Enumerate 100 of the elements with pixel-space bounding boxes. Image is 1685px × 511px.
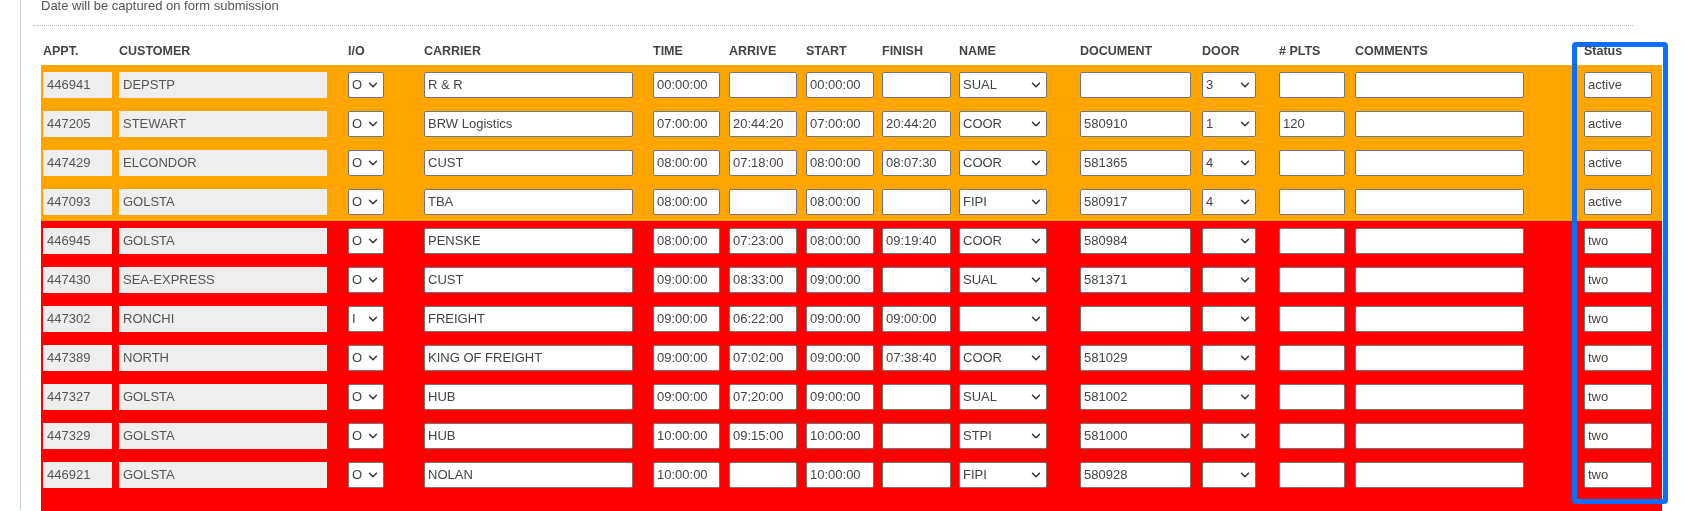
input-field[interactable] — [1279, 422, 1345, 449]
input-field[interactable]: 07:23:00 — [729, 227, 797, 254]
dropdown[interactable]: SUAL — [959, 266, 1047, 293]
input-field[interactable]: 580910 — [1080, 110, 1191, 137]
readonly-field[interactable]: 447429 — [43, 149, 112, 176]
dropdown[interactable]: O — [348, 71, 384, 98]
input-field[interactable] — [1355, 188, 1524, 215]
input-field[interactable]: TBA — [424, 188, 633, 215]
dropdown[interactable]: FIPI — [959, 188, 1047, 215]
input-field[interactable]: 20:44:20 — [729, 110, 797, 137]
input-field[interactable]: 07:38:40 — [882, 344, 951, 371]
dropdown[interactable] — [1202, 422, 1256, 449]
input-field[interactable]: 580917 — [1080, 188, 1191, 215]
input-field[interactable]: KING OF FREIGHT — [424, 344, 633, 371]
input-field[interactable]: CUST — [424, 149, 633, 176]
input-field[interactable]: 09:00:00 — [653, 266, 720, 293]
input-field[interactable]: 09:00:00 — [882, 305, 951, 332]
input-field[interactable]: 09:00:00 — [653, 344, 720, 371]
readonly-field[interactable]: ELCONDOR — [119, 149, 327, 176]
input-field[interactable]: 09:00:00 — [806, 344, 874, 371]
input-field[interactable]: 08:07:30 — [882, 149, 951, 176]
dropdown[interactable]: COOR — [959, 110, 1047, 137]
input-field[interactable] — [1355, 149, 1524, 176]
input-field[interactable]: 120 — [1279, 110, 1345, 137]
dropdown[interactable]: O — [348, 344, 384, 371]
input-field[interactable]: CUST — [424, 266, 633, 293]
input-field[interactable]: 10:00:00 — [653, 422, 720, 449]
input-field[interactable] — [1279, 344, 1345, 371]
status-field[interactable]: two — [1584, 344, 1652, 371]
readonly-field[interactable]: GOLSTA — [119, 461, 327, 488]
status-field[interactable]: two — [1584, 227, 1652, 254]
input-field[interactable]: PENSKE — [424, 227, 633, 254]
input-field[interactable]: HUB — [424, 422, 633, 449]
input-field[interactable] — [882, 71, 951, 98]
readonly-field[interactable]: 446921 — [43, 461, 112, 488]
readonly-field[interactable]: GOLSTA — [119, 227, 327, 254]
input-field[interactable]: 581371 — [1080, 266, 1191, 293]
dropdown[interactable] — [1202, 266, 1256, 293]
input-field[interactable] — [1279, 149, 1345, 176]
readonly-field[interactable]: RONCHI — [119, 305, 327, 332]
input-field[interactable]: 08:00:00 — [806, 227, 874, 254]
input-field[interactable]: 09:00:00 — [653, 383, 720, 410]
input-field[interactable] — [1279, 227, 1345, 254]
status-field[interactable]: two — [1584, 383, 1652, 410]
input-field[interactable] — [1279, 188, 1345, 215]
input-field[interactable] — [1080, 71, 1191, 98]
input-field[interactable]: 581002 — [1080, 383, 1191, 410]
dropdown[interactable] — [1202, 227, 1256, 254]
input-field[interactable]: 09:00:00 — [653, 305, 720, 332]
dropdown[interactable]: COOR — [959, 149, 1047, 176]
input-field[interactable]: R & R — [424, 71, 633, 98]
dropdown[interactable]: O — [348, 422, 384, 449]
readonly-field[interactable]: 447389 — [43, 344, 112, 371]
dropdown[interactable]: 4 — [1202, 188, 1256, 215]
input-field[interactable]: 07:02:00 — [729, 344, 797, 371]
readonly-field[interactable]: 447302 — [43, 305, 112, 332]
input-field[interactable] — [882, 188, 951, 215]
input-field[interactable] — [1279, 71, 1345, 98]
readonly-field[interactable]: 447430 — [43, 266, 112, 293]
input-field[interactable]: 07:00:00 — [806, 110, 874, 137]
input-field[interactable]: 581000 — [1080, 422, 1191, 449]
input-field[interactable] — [1355, 266, 1524, 293]
input-field[interactable] — [729, 71, 797, 98]
input-field[interactable] — [1355, 422, 1524, 449]
status-field[interactable]: active — [1584, 188, 1652, 215]
input-field[interactable] — [1355, 110, 1524, 137]
readonly-field[interactable]: 447329 — [43, 422, 112, 449]
input-field[interactable]: 581029 — [1080, 344, 1191, 371]
input-field[interactable]: HUB — [424, 383, 633, 410]
status-field[interactable]: two — [1584, 461, 1652, 488]
input-field[interactable] — [882, 383, 951, 410]
input-field[interactable] — [729, 188, 797, 215]
readonly-field[interactable]: DEPSTP — [119, 71, 327, 98]
readonly-field[interactable]: 446941 — [43, 71, 112, 98]
dropdown[interactable]: O — [348, 227, 384, 254]
dropdown[interactable]: 4 — [1202, 149, 1256, 176]
input-field[interactable]: 09:00:00 — [806, 266, 874, 293]
input-field[interactable] — [1355, 383, 1524, 410]
input-field[interactable]: FREIGHT — [424, 305, 633, 332]
input-field[interactable]: 09:00:00 — [806, 305, 874, 332]
input-field[interactable] — [1355, 227, 1524, 254]
input-field[interactable]: 10:00:00 — [806, 422, 874, 449]
readonly-field[interactable]: 447205 — [43, 110, 112, 137]
input-field[interactable]: 08:00:00 — [806, 149, 874, 176]
input-field[interactable]: BRW Logistics — [424, 110, 633, 137]
input-field[interactable] — [882, 266, 951, 293]
input-field[interactable] — [1355, 461, 1524, 488]
input-field[interactable] — [1355, 71, 1524, 98]
input-field[interactable]: 06:22:00 — [729, 305, 797, 332]
input-field[interactable] — [729, 461, 797, 488]
input-field[interactable]: 08:00:00 — [653, 188, 720, 215]
input-field[interactable]: 10:00:00 — [806, 461, 874, 488]
dropdown[interactable]: O — [348, 266, 384, 293]
readonly-field[interactable]: 446945 — [43, 227, 112, 254]
input-field[interactable] — [882, 422, 951, 449]
input-field[interactable] — [1279, 461, 1345, 488]
dropdown[interactable]: O — [348, 188, 384, 215]
input-field[interactable] — [1355, 305, 1524, 332]
input-field[interactable]: 581365 — [1080, 149, 1191, 176]
status-field[interactable]: two — [1584, 422, 1652, 449]
